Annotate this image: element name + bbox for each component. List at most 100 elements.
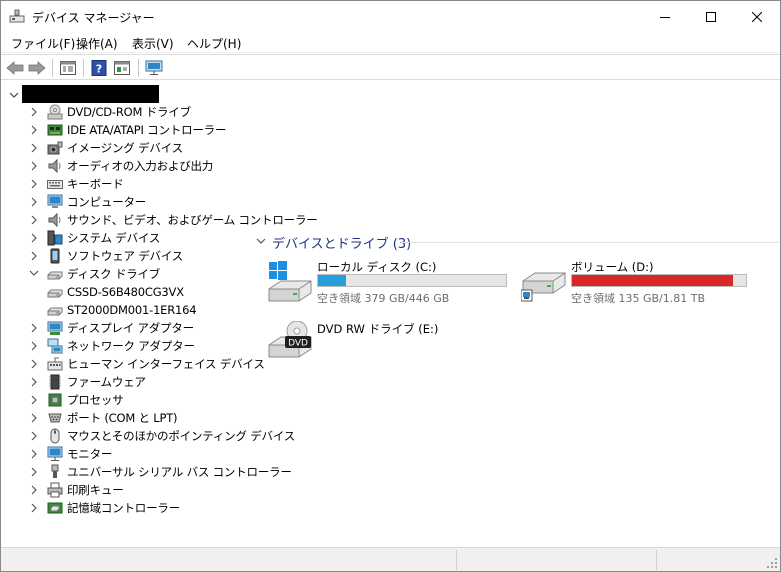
section-divider xyxy=(401,242,779,243)
monitor-icon xyxy=(47,446,63,462)
drive-d[interactable]: ボリューム (D:) 空き領域 135 GB/1.81 TB xyxy=(520,259,771,307)
printer-icon xyxy=(47,482,63,498)
chevron-right-icon[interactable] xyxy=(28,355,40,373)
view-icon[interactable] xyxy=(112,58,132,78)
chevron-right-icon[interactable] xyxy=(28,139,40,157)
tree-item-label: コンピューター xyxy=(67,195,147,209)
tree-item[interactable]: コンピューター xyxy=(28,193,146,211)
dvd-rw-drive-icon: DVD xyxy=(267,320,313,366)
usb-icon xyxy=(47,464,63,480)
tree-item[interactable]: ディスプレイ アダプター xyxy=(28,319,194,337)
properties-icon[interactable] xyxy=(58,58,78,78)
drive-c-usage-bar xyxy=(317,274,507,287)
drives-section-header[interactable]: デバイスとドライブ (3) xyxy=(256,232,411,252)
chevron-right-icon[interactable] xyxy=(28,499,40,517)
tree-item[interactable]: モニター xyxy=(28,445,112,463)
tree-item-label: オーディオの入力および出力 xyxy=(67,159,214,173)
tree-item[interactable]: 印刷キュー xyxy=(28,481,124,499)
chevron-down-icon[interactable] xyxy=(256,235,266,249)
tree-item[interactable]: DVD/CD-ROM ドライブ xyxy=(28,103,191,121)
forward-arrow-icon[interactable] xyxy=(27,58,47,78)
chevron-down-icon[interactable] xyxy=(9,89,19,103)
chevron-right-icon[interactable] xyxy=(28,391,40,409)
tree-item-label: ディスプレイ アダプター xyxy=(67,321,194,335)
chevron-down-icon[interactable] xyxy=(28,265,40,283)
tree-item[interactable]: システム デバイス xyxy=(28,229,160,247)
tree-item-label: マウスとそのほかのポインティング デバイス xyxy=(67,429,296,443)
chevron-right-icon[interactable] xyxy=(28,319,40,337)
tree-item-label: ソフトウェア デバイス xyxy=(67,249,184,263)
maximize-button[interactable] xyxy=(688,1,734,32)
monitor-icon[interactable] xyxy=(144,58,164,78)
tree-item[interactable]: ユニバーサル シリアル バス コントローラー xyxy=(28,463,292,481)
menu-action[interactable]: 操作(A) xyxy=(76,35,118,52)
tree-child-label: ST2000DM001-1ER164 xyxy=(67,303,197,317)
drive-e[interactable]: DVD DVD RW ドライブ (E:) xyxy=(267,320,517,369)
tree-item[interactable]: ポート (COM と LPT) xyxy=(28,409,178,427)
tree-item[interactable]: IDE ATA/ATAPI コントローラー xyxy=(28,121,226,139)
tree-item-label: サウンド、ビデオ、およびゲーム コントローラー xyxy=(67,213,318,227)
chevron-right-icon[interactable] xyxy=(28,373,40,391)
dvd-drive-icon xyxy=(47,104,63,120)
tree-item[interactable]: ヒューマン インターフェイス デバイス xyxy=(28,355,265,373)
chevron-right-icon[interactable] xyxy=(28,211,40,229)
drive-d-name: ボリューム (D:) xyxy=(571,260,654,274)
tree-item[interactable]: ファームウェア xyxy=(28,373,146,391)
tree-item[interactable]: プロセッサ xyxy=(28,391,124,409)
tree-item-label: ポート (COM と LPT) xyxy=(67,411,178,425)
resize-grip-icon[interactable] xyxy=(766,557,778,569)
tree-child-label: CSSD-S6B480CG3VX xyxy=(67,285,184,299)
chevron-right-icon[interactable] xyxy=(28,463,40,481)
back-arrow-icon[interactable] xyxy=(5,58,25,78)
menu-view[interactable]: 表示(V) xyxy=(132,35,174,52)
disk-drive-icon xyxy=(47,302,63,318)
dvd-logo-text: DVD xyxy=(288,339,308,349)
chevron-right-icon[interactable] xyxy=(28,427,40,445)
status-cell xyxy=(456,550,656,570)
tree-item[interactable]: キーボード xyxy=(28,175,124,193)
tree-child-item[interactable]: ST2000DM001-1ER164 xyxy=(47,301,197,319)
tree-item[interactable]: ネットワーク アダプター xyxy=(28,337,195,355)
help-icon[interactable]: ? xyxy=(89,58,109,78)
tree-item-label: 記憶域コントローラー xyxy=(67,501,180,515)
toolbar: ? xyxy=(1,54,780,80)
speaker-icon xyxy=(47,212,63,228)
menu-file[interactable]: ファイル(F) xyxy=(11,35,75,52)
processor-icon xyxy=(47,392,63,408)
tree-item-label: DVD/CD-ROM ドライブ xyxy=(67,105,191,119)
tree-item[interactable]: マウスとそのほかのポインティング デバイス xyxy=(28,427,295,445)
tree-item[interactable]: サウンド、ビデオ、およびゲーム コントローラー xyxy=(28,211,318,229)
chevron-right-icon[interactable] xyxy=(28,121,40,139)
close-button[interactable] xyxy=(734,1,780,32)
tree-item-label: イメージング デバイス xyxy=(67,141,183,155)
chevron-right-icon[interactable] xyxy=(28,247,40,265)
drive-d-usage-fill xyxy=(572,275,734,286)
chevron-right-icon[interactable] xyxy=(28,157,40,175)
network-adapter-icon xyxy=(47,338,63,354)
chevron-right-icon[interactable] xyxy=(28,229,40,247)
chevron-right-icon[interactable] xyxy=(28,481,40,499)
chevron-right-icon[interactable] xyxy=(28,175,40,193)
system-device-icon xyxy=(47,230,63,246)
chevron-right-icon[interactable] xyxy=(28,445,40,463)
tree-item[interactable]: ディスク ドライブ xyxy=(28,265,160,283)
camera-icon xyxy=(47,140,63,156)
disk-drive-icon xyxy=(47,284,63,300)
tree-item[interactable]: オーディオの入力および出力 xyxy=(28,157,213,175)
tree-item[interactable]: 記憶域コントローラー xyxy=(28,499,180,517)
speaker-icon xyxy=(47,158,63,174)
tree-child-item[interactable]: CSSD-S6B480CG3VX xyxy=(47,283,184,301)
window-title: デバイス マネージャー xyxy=(32,11,155,25)
menu-help[interactable]: ヘルプ(H) xyxy=(187,35,241,52)
tree-item[interactable]: ソフトウェア デバイス xyxy=(28,247,183,265)
title-bar[interactable]: デバイス マネージャー xyxy=(1,1,780,32)
tree-item[interactable]: イメージング デバイス xyxy=(28,139,183,157)
firmware-icon xyxy=(47,374,63,390)
drive-c[interactable]: ローカル ディスク (C:) 空き領域 379 GB/446 GB xyxy=(267,259,517,307)
chevron-right-icon[interactable] xyxy=(28,103,40,121)
chevron-right-icon[interactable] xyxy=(28,409,40,427)
chevron-right-icon[interactable] xyxy=(28,337,40,355)
chevron-right-icon[interactable] xyxy=(28,193,40,211)
tree-item-label: 印刷キュー xyxy=(67,483,124,497)
minimize-button[interactable] xyxy=(642,1,688,32)
